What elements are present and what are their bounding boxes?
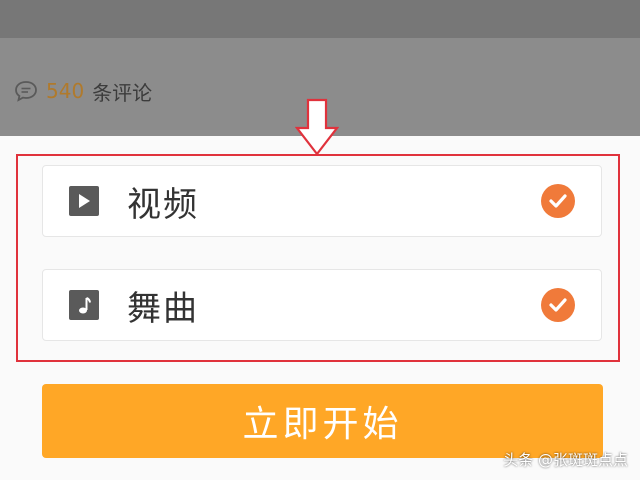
check-icon[interactable] bbox=[541, 288, 575, 322]
option-video[interactable]: 视频 bbox=[42, 165, 602, 237]
comment-bubble-icon bbox=[14, 80, 38, 102]
option-dance-music[interactable]: 舞曲 bbox=[42, 269, 602, 341]
comment-count-row: 540 条评论 bbox=[14, 78, 153, 105]
option-dance-music-label: 舞曲 bbox=[127, 288, 199, 329]
comment-label: 条评论 bbox=[92, 80, 153, 105]
play-icon bbox=[69, 186, 99, 216]
start-now-button[interactable]: 立即开始 bbox=[42, 384, 603, 458]
music-note-icon bbox=[69, 290, 99, 320]
check-icon[interactable] bbox=[541, 184, 575, 218]
down-arrow-annotation-icon bbox=[295, 98, 339, 156]
option-video-label: 视频 bbox=[127, 184, 199, 225]
comment-count: 540 bbox=[46, 79, 85, 103]
dimmed-header bbox=[0, 0, 640, 38]
watermark: 头条 @张斑斑点点 bbox=[503, 451, 628, 469]
